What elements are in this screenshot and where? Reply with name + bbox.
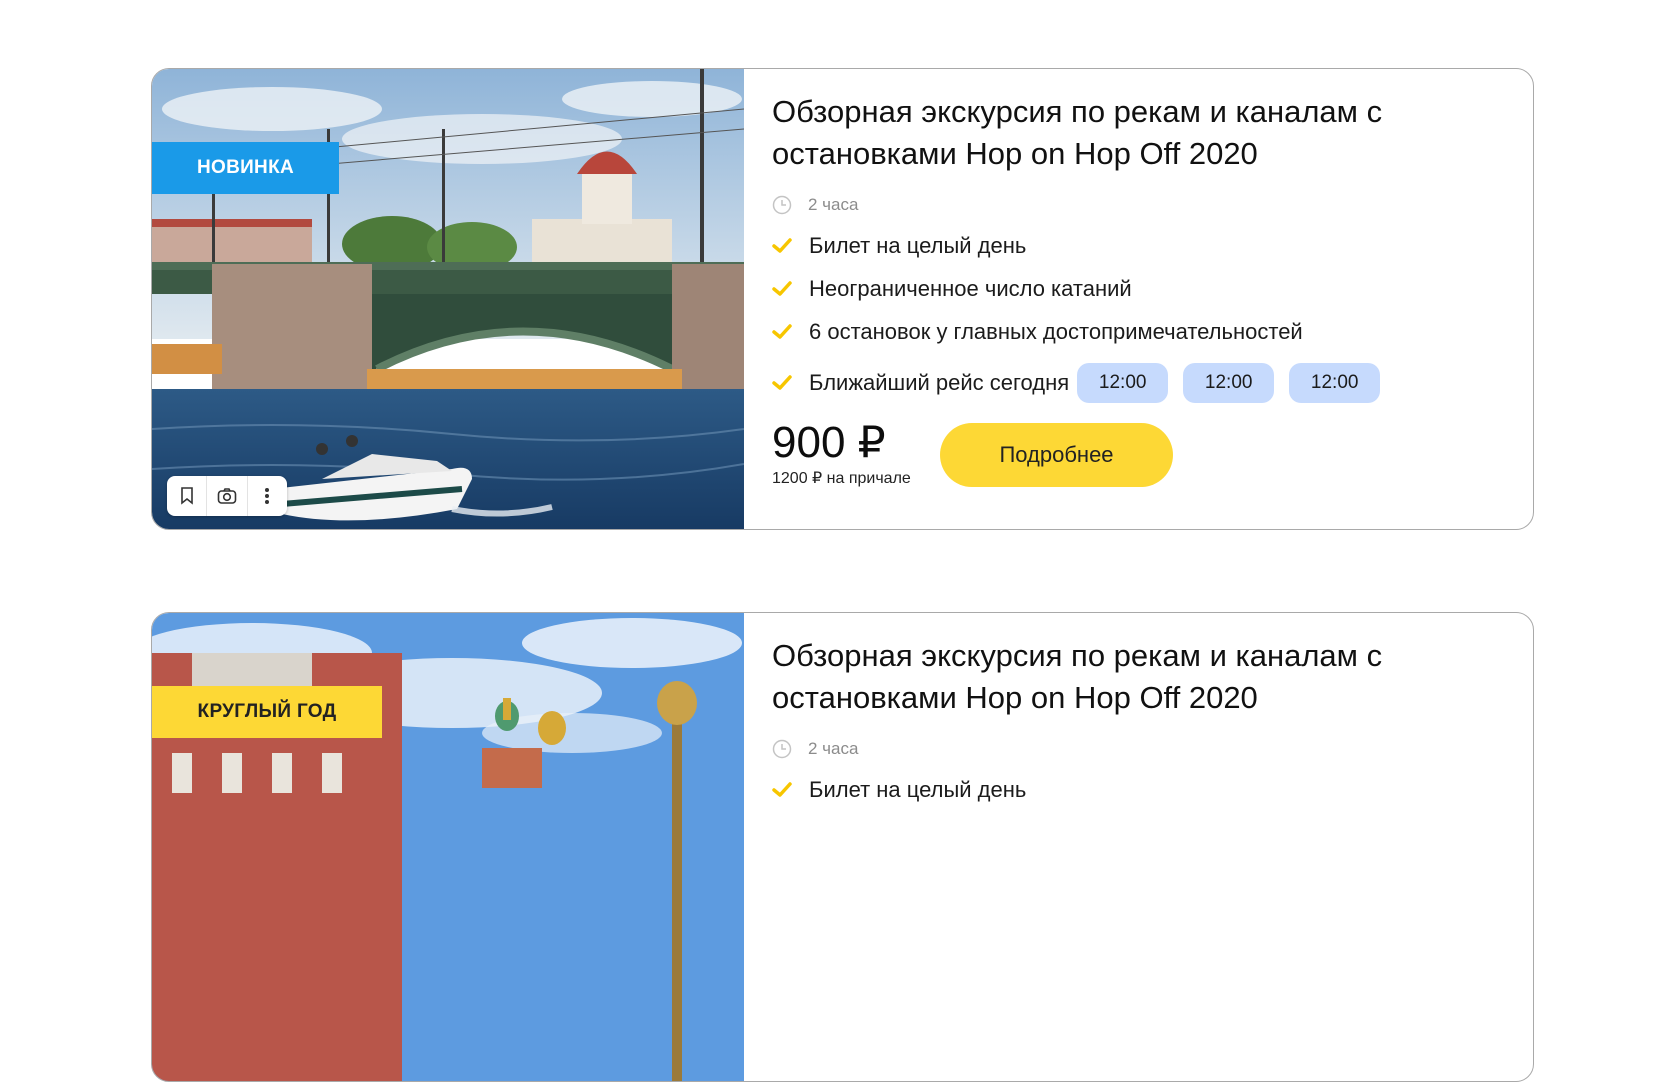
- clock-icon: [772, 739, 792, 759]
- badge-all-year: КРУГЛЫЙ ГОД: [152, 686, 382, 738]
- excursion-photo[interactable]: НОВИНКА: [152, 69, 744, 529]
- clock-icon: [772, 195, 792, 215]
- feature-item: 6 остановок у главных достопримечательно…: [772, 319, 1513, 345]
- more-vertical-icon[interactable]: [246, 476, 287, 516]
- check-icon: [772, 375, 792, 391]
- badge-new: НОВИНКА: [152, 142, 339, 194]
- departure-times: 12:00 12:00 12:00: [1077, 363, 1395, 403]
- time-chip[interactable]: 12:00: [1077, 363, 1169, 403]
- duration-text: 2 часа: [808, 739, 859, 758]
- check-icon: [772, 281, 792, 297]
- image-tools: [167, 476, 287, 516]
- lens-icon[interactable]: [206, 476, 246, 516]
- excursion-title[interactable]: Обзорная экскурсия по рекам и каналам с …: [772, 91, 1513, 175]
- bridge-boat-photo: [152, 69, 744, 529]
- check-icon: [772, 324, 792, 340]
- card-info: Обзорная экскурсия по рекам и каналам с …: [772, 69, 1513, 488]
- feature-item-nearest: Ближайший рейс сегодня 12:00 12:00 12:00: [772, 363, 1513, 403]
- feature-text: Ближайший рейс сегодня: [809, 370, 1070, 395]
- feature-text: Билет на целый день: [809, 777, 1027, 802]
- feature-text: Неограниченное число катаний: [809, 276, 1132, 301]
- price-pier: 1200 ₽ на причале: [772, 470, 911, 487]
- pricing: 900 ₽ 1200 ₽ на причале Подробнее: [772, 421, 1513, 488]
- duration: 2 часа: [772, 195, 1513, 215]
- price: 900 ₽: [772, 418, 886, 467]
- time-chip[interactable]: 12:00: [1183, 363, 1275, 403]
- duration: 2 часа: [772, 739, 1513, 759]
- time-chip[interactable]: 12:00: [1289, 363, 1381, 403]
- card-info: Обзорная экскурсия по рекам и каналам с …: [772, 613, 1513, 803]
- details-button[interactable]: Подробнее: [940, 422, 1173, 487]
- feature-item: Неограниченное число катаний: [772, 276, 1513, 302]
- price-block: 900 ₽ 1200 ₽ на причале: [772, 421, 940, 488]
- feature-text: Билет на целый день: [809, 233, 1027, 258]
- bookmark-icon[interactable]: [167, 476, 206, 516]
- feature-item: Билет на целый день: [772, 233, 1513, 259]
- excursion-card-2: КРУГЛЫЙ ГОД Обзорная экскурсия по рекам …: [151, 612, 1534, 1082]
- excursion-card-1: НОВИНКА Обзорная экскурсия по рекам и ка…: [151, 68, 1534, 530]
- excursion-title[interactable]: Обзорная экскурсия по рекам и каналам с …: [772, 635, 1513, 719]
- check-icon: [772, 238, 792, 254]
- excursion-photo[interactable]: КРУГЛЫЙ ГОД: [152, 613, 744, 1081]
- cathedral-photo: [152, 613, 744, 1081]
- feature-text: 6 остановок у главных достопримечательно…: [809, 319, 1303, 344]
- duration-text: 2 часа: [808, 195, 859, 214]
- feature-item: Билет на целый день: [772, 777, 1513, 803]
